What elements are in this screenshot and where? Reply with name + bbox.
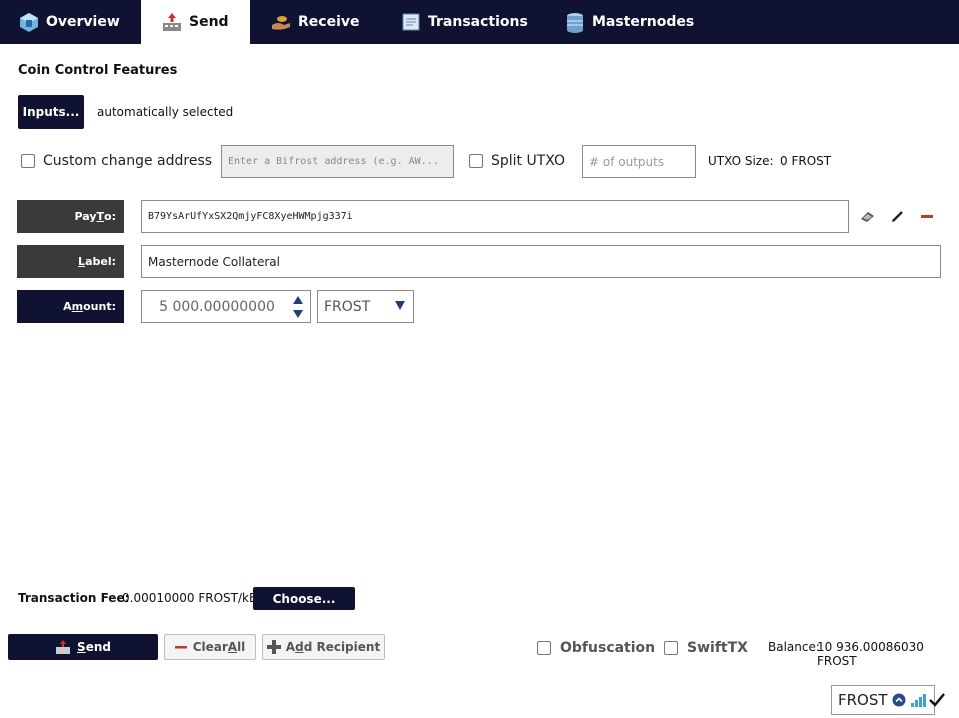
label-input[interactable]: Masternode Collateral: [141, 245, 941, 278]
tab-bar: Overview Send Receive Transactions Maste…: [0, 0, 959, 44]
obfuscation-checkbox[interactable]: [537, 641, 551, 655]
chevron-down-icon: [394, 299, 406, 315]
amount-spinner[interactable]: [291, 293, 305, 321]
obfuscation-label: Obfuscation: [560, 640, 656, 656]
tab-transactions[interactable]: Transactions: [400, 0, 550, 44]
obfuscation-status-icon[interactable]: [892, 693, 906, 707]
tab-transactions-label: Transactions: [428, 14, 528, 30]
custom-change-checkbox[interactable]: [21, 154, 35, 168]
unit-select[interactable]: FROST: [317, 290, 414, 323]
split-utxo-checkbox[interactable]: [469, 154, 483, 168]
amount-input[interactable]: 5 000.00000000: [141, 290, 311, 323]
tab-overview[interactable]: Overview: [18, 0, 138, 44]
connections-icon[interactable]: [910, 693, 926, 707]
fee-value: 0.00010000 FROST/kB: [122, 591, 258, 605]
inputs-status: automatically selected: [97, 105, 234, 119]
tab-masternodes-label: Masternodes: [592, 14, 695, 30]
status-unit: FROST: [838, 691, 888, 709]
send-button[interactable]: Send: [8, 634, 158, 660]
tab-receive-label: Receive: [298, 14, 360, 30]
label-label: Label:: [17, 245, 124, 278]
coin-control-title: Coin Control Features: [18, 63, 178, 78]
unit-select-value: FROST: [324, 298, 371, 315]
overview-icon: [18, 11, 40, 33]
tab-overview-label: Overview: [46, 14, 120, 30]
inputs-button[interactable]: Inputs...: [18, 95, 84, 129]
masternodes-icon: [564, 11, 586, 33]
add-recipient-button[interactable]: Add Recipient: [262, 634, 385, 660]
balance-value: 10 936.00086030 FROST: [817, 640, 924, 668]
address-book-icon[interactable]: [858, 206, 878, 226]
paste-icon[interactable]: [888, 206, 908, 226]
balance-label: Balance:: [768, 640, 820, 654]
utxo-size-value: 0 FROST: [780, 154, 832, 168]
amount-label: Am ount:: [17, 290, 124, 323]
utxo-size-label: UTXO Size:: [708, 154, 774, 168]
plus-icon: [266, 640, 281, 654]
custom-change-label: Custom change address: [43, 153, 213, 169]
tab-masternodes[interactable]: Masternodes: [564, 0, 714, 44]
split-utxo-label: Split UTXO: [491, 153, 566, 169]
pay-to-label: Pay To:: [17, 200, 124, 233]
swifttx-checkbox[interactable]: [664, 641, 678, 655]
receive-icon: [270, 11, 292, 33]
clear-all-button[interactable]: Clear All: [164, 634, 256, 660]
pay-to-input[interactable]: B79YsArUfYxSX2QmjyFC8XyeHWMpjg337i: [141, 200, 849, 233]
fee-label: Transaction Fee:: [18, 591, 130, 605]
outputs-input[interactable]: # of outputs: [582, 145, 696, 178]
tab-send-label: Send: [189, 14, 229, 30]
synced-check-icon[interactable]: [928, 692, 946, 708]
send-icon: [161, 11, 183, 33]
transactions-icon: [400, 11, 422, 33]
status-bar: FROST: [831, 685, 945, 715]
send-icon: [55, 639, 71, 655]
tab-send[interactable]: Send: [141, 0, 250, 44]
change-address-input[interactable]: Enter a Bifrost address (e.g. AW...: [221, 145, 454, 178]
choose-fee-button[interactable]: Choose...: [253, 587, 355, 610]
remove-recipient-icon[interactable]: [917, 206, 937, 226]
swifttx-label: SwiftTX: [687, 640, 748, 656]
tab-receive[interactable]: Receive: [270, 0, 380, 44]
minus-icon: [174, 641, 187, 653]
